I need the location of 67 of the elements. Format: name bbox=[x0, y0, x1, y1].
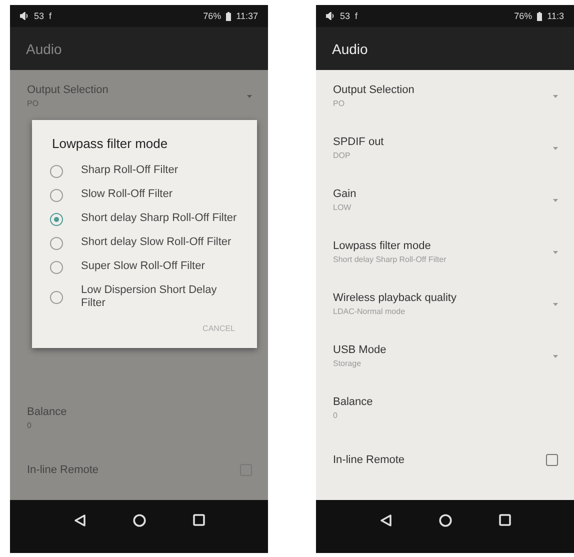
dropdown-arrow-icon bbox=[553, 354, 558, 358]
dropdown-arrow-icon bbox=[553, 198, 558, 202]
battery-icon bbox=[226, 12, 232, 20]
dropdown-arrow-icon bbox=[553, 146, 558, 150]
setting-label: Wireless playback quality bbox=[333, 292, 456, 304]
radio-option[interactable]: Low Dispersion Short Delay Filter bbox=[32, 279, 257, 316]
setting-value: 0 bbox=[333, 411, 338, 420]
volume-level: 53 bbox=[34, 11, 44, 21]
home-icon[interactable] bbox=[438, 514, 452, 527]
setting-label: Output Selection bbox=[27, 84, 108, 96]
volume-icon bbox=[326, 12, 335, 20]
setting-value: LOW bbox=[333, 203, 352, 212]
setting-label: SPDIF out bbox=[333, 136, 384, 148]
setting-label: In-line Remote bbox=[333, 454, 405, 466]
radio-button[interactable] bbox=[50, 164, 63, 178]
settings-row[interactable]: Balance 0 bbox=[316, 382, 574, 434]
home-icon[interactable] bbox=[132, 514, 146, 527]
dropdown-arrow-icon bbox=[247, 94, 252, 98]
radio-option[interactable]: Short delay Slow Roll-Off Filter bbox=[32, 231, 257, 255]
notification-icon: f bbox=[355, 11, 358, 21]
battery-percent: 76% bbox=[203, 11, 222, 21]
radio-option[interactable]: Short delay Sharp Roll-Off Filter bbox=[32, 207, 257, 231]
settings-row[interactable]: Output Selection PO bbox=[316, 70, 574, 122]
recent-apps-icon[interactable] bbox=[192, 514, 204, 526]
settings-row[interactable]: In-line Remote bbox=[316, 434, 574, 486]
radio-button[interactable] bbox=[50, 236, 63, 250]
radio-option[interactable]: Slow Roll-Off Filter bbox=[32, 183, 257, 207]
radio-option[interactable]: Sharp Roll-Off Filter bbox=[32, 159, 257, 183]
screen-title: Audio bbox=[316, 27, 574, 70]
setting-value: PO bbox=[333, 99, 346, 108]
setting-label: Balance bbox=[27, 406, 67, 418]
back-icon[interactable] bbox=[74, 514, 86, 527]
setting-value: DOP bbox=[333, 151, 352, 160]
notification-icon: f bbox=[49, 11, 52, 21]
setting-label: USB Mode bbox=[333, 344, 386, 356]
setting-label: Gain bbox=[333, 188, 356, 200]
volume-level: 53 bbox=[340, 11, 350, 21]
settings-row[interactable]: USB Mode Storage bbox=[316, 330, 574, 382]
volume-icon bbox=[20, 12, 29, 20]
settings-row[interactable]: Gain LOW bbox=[316, 174, 574, 226]
setting-label: Lowpass filter mode bbox=[333, 240, 432, 252]
dropdown-arrow-icon bbox=[553, 302, 558, 306]
radio-button[interactable] bbox=[50, 290, 63, 304]
dropdown-arrow-icon bbox=[553, 94, 558, 98]
setting-value: LDAC-Normal mode bbox=[333, 307, 406, 316]
dropdown-arrow-icon bbox=[553, 250, 558, 254]
dialog-title: Lowpass filter mode bbox=[51, 136, 169, 153]
settings-row[interactable]: SPDIF out DOP bbox=[316, 122, 574, 174]
screen-title: Audio bbox=[10, 27, 268, 70]
clock: 11:3 bbox=[547, 11, 564, 21]
radio-button[interactable] bbox=[50, 188, 63, 202]
settings-row[interactable]: Wireless playback quality LDAC-Normal mode bbox=[316, 278, 574, 330]
settings-row[interactable]: Lowpass filter mode Short delay Sharp Roll-Off Filter bbox=[316, 226, 574, 278]
checkbox[interactable] bbox=[546, 454, 558, 466]
setting-label: In-line Remote bbox=[27, 464, 99, 476]
setting-label: Balance bbox=[333, 396, 373, 408]
radio-option[interactable]: Super Slow Roll-Off Filter bbox=[32, 255, 257, 279]
clock: 11:37 bbox=[236, 11, 258, 21]
setting-value: Short delay Sharp Roll-Off Filter bbox=[333, 255, 446, 264]
setting-value: Storage bbox=[333, 359, 362, 368]
battery-icon bbox=[537, 12, 542, 20]
radio-button[interactable] bbox=[50, 212, 63, 226]
setting-label: Output Selection bbox=[333, 84, 414, 96]
recent-apps-icon[interactable] bbox=[498, 514, 510, 526]
back-icon[interactable] bbox=[380, 514, 392, 527]
battery-percent: 76% bbox=[514, 11, 532, 21]
radio-button[interactable] bbox=[50, 260, 63, 274]
